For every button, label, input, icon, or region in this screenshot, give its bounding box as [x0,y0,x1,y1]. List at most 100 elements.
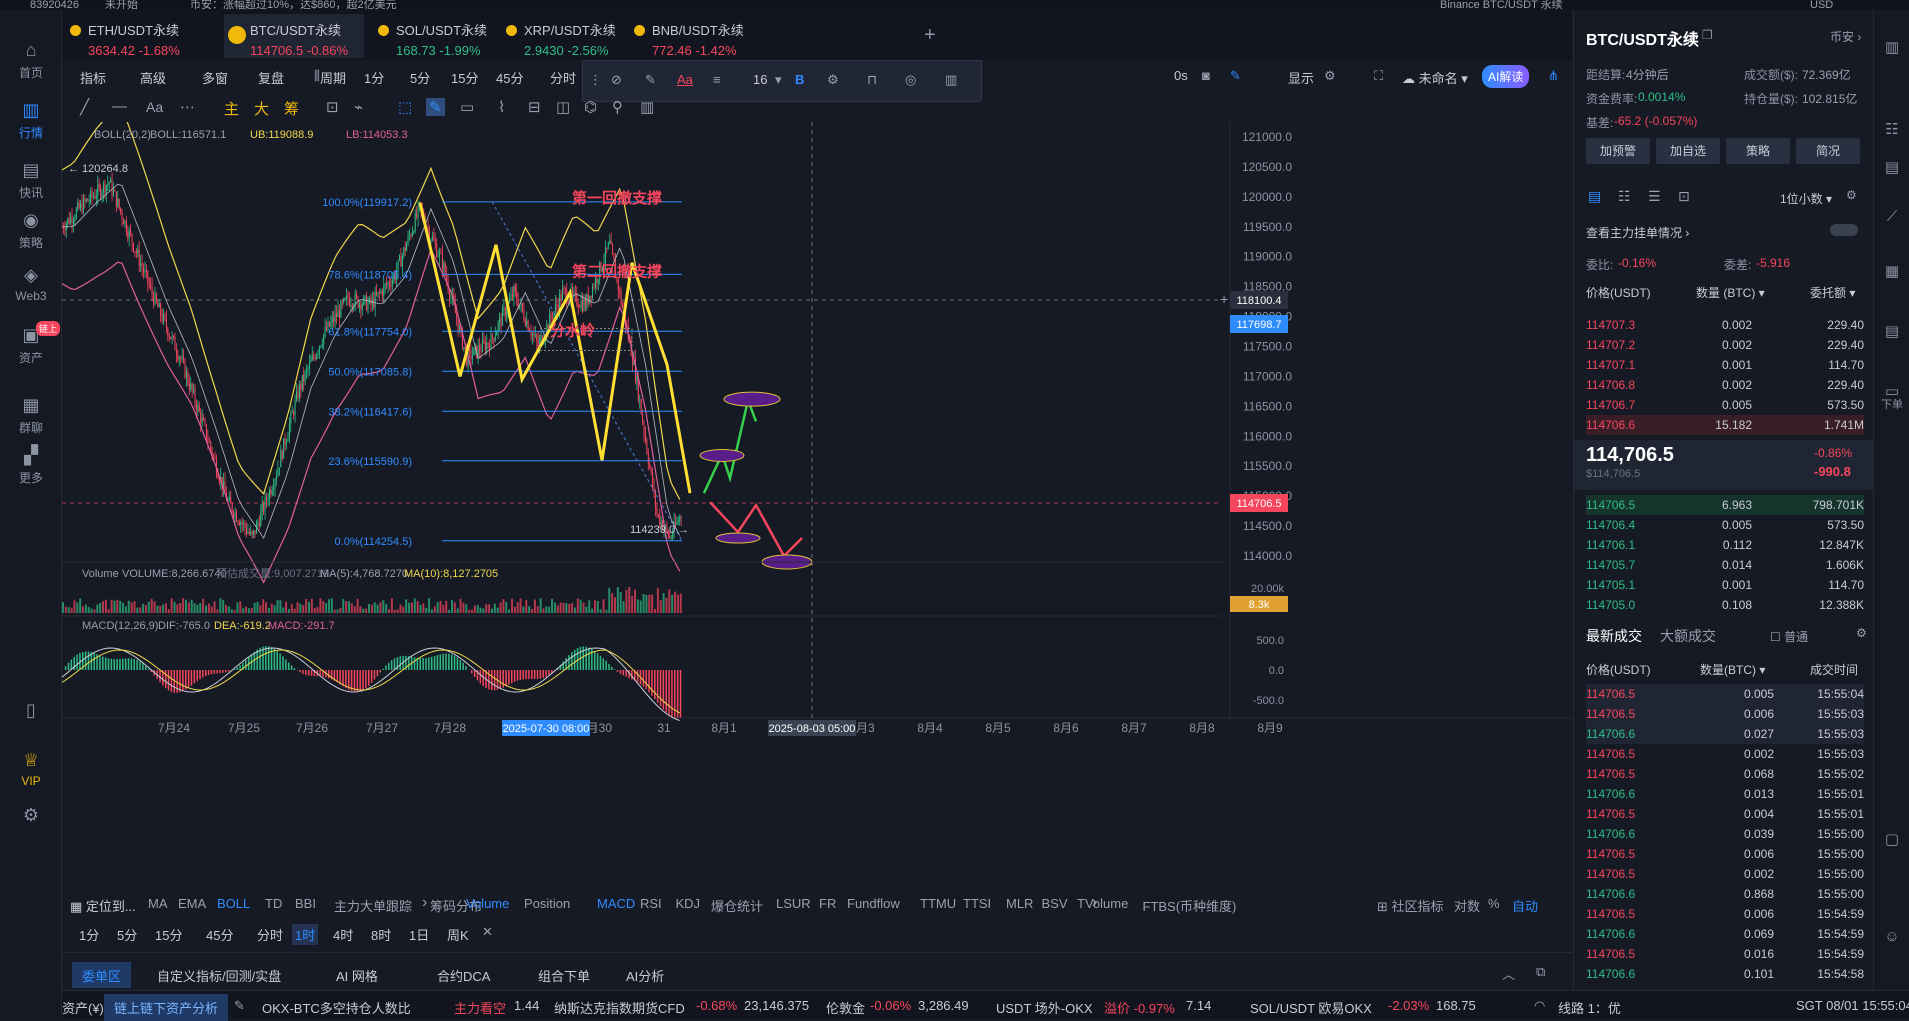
action-button-0[interactable]: 加预警 [1586,138,1650,164]
action-button-2[interactable]: 策略 [1726,138,1790,164]
nav-item-0[interactable]: ⌂首页 [0,40,62,81]
ai-interpret-button[interactable]: AI解读 [1482,65,1529,88]
gear-icon[interactable]: ⚙ [1324,68,1336,84]
layout-name-select[interactable]: ☁ 未命名 ▾ [1402,68,1468,87]
toolbar-item-0[interactable]: 指标 [80,68,106,87]
indicator-toggle-1[interactable]: 大 [254,98,269,119]
candle-type-icon[interactable]: ⫼ [314,68,320,84]
trades-settings-icon[interactable]: ⚙ [1856,626,1867,640]
fullscreen-icon[interactable]: ⛶ [1374,68,1383,84]
percent-scale-button[interactable]: % [1488,896,1500,911]
symbol-tab-4[interactable]: BNB/USDT永续772.46 -1.42% [626,14,756,58]
panel-tab-1[interactable]: 自定义指标/回测/实盘 [147,962,291,988]
sub-indicator-9[interactable]: TTMU [920,896,956,911]
link-icon[interactable]: ⊘ [611,72,622,88]
draw-tool-7[interactable]: ◫ [556,98,570,116]
main-indicator-2[interactable]: BOLL [217,896,250,911]
text-tool-icon[interactable]: Aa [146,99,163,115]
nav-bottom-0[interactable]: ▯ [0,700,62,724]
period-4[interactable]: 分时 [254,924,286,945]
main-orders-link[interactable]: 查看主力挂单情况 › [1586,224,1689,241]
period-5[interactable]: 1时 [292,924,318,945]
edit-icon[interactable]: ✎ [234,998,245,1014]
trade-tab-0[interactable]: 最新成交 [1586,626,1642,646]
nav-item-1[interactable]: ▥行情 [0,100,62,141]
bold-button[interactable]: B [795,72,804,87]
period-3[interactable]: 45分 [203,924,236,945]
sub-indicator-6[interactable]: LSUR [776,896,811,911]
toolbar-item-2[interactable]: 多窗 [202,68,228,87]
list-icon[interactable]: ☷ [1874,120,1909,138]
currency-select[interactable]: USD [1810,0,1833,10]
line-tool-icon[interactable]: ╱ [80,98,89,116]
nav-item-7[interactable]: ▞更多 [0,445,62,486]
nav-item-2[interactable]: ▤快讯 [0,160,62,201]
trade-col-qty[interactable]: 数量(BTC) ▾ [1700,661,1765,678]
chevron-down-icon[interactable]: ▾ [775,72,782,88]
hline-tool-icon[interactable]: — [112,98,127,115]
order-book-view-icon[interactable]: ▤ [1588,188,1601,205]
sub-indicator-5[interactable]: 爆仓统计 [711,896,763,915]
draw-tool-2[interactable]: ⬚ [398,98,412,116]
toolbar-item-6[interactable]: 5分 [410,68,430,87]
draw-tool-9[interactable]: ⚲ [612,98,623,116]
period-2[interactable]: 15分 [152,924,185,945]
toolbar-item-3[interactable]: 复盘 [258,68,284,87]
period-8[interactable]: 1日 [406,924,432,945]
draw-tool-0[interactable]: ⊡ [326,98,339,116]
nav-item-3[interactable]: ◉策略 [0,210,62,251]
main-indicator-1[interactable]: EMA [178,896,206,911]
indicator-toggle-0[interactable]: 主 [224,98,239,119]
copy-icon[interactable]: ▤ [1874,158,1909,176]
panel-tab-5[interactable]: AI分析 [616,962,674,988]
copy-icon[interactable]: ❐ [1702,28,1713,42]
draw-tool-8[interactable]: ⌬ [584,98,597,116]
main-indicator-4[interactable]: BBI [295,896,316,911]
main-orders-toggle[interactable] [1830,224,1858,236]
sub-indicator-11[interactable]: MLR [1006,896,1033,911]
panel-tab-0[interactable]: 委单区 [72,962,131,988]
nav-item-4[interactable]: ◈Web3 [0,265,62,303]
drag-handle-icon[interactable]: ⋮ [589,72,602,88]
draw-tool-3[interactable]: ✎ [426,98,445,116]
more-tool-icon[interactable]: ⋯ [180,98,195,116]
auto-scale-button[interactable]: 自动 [1512,896,1538,915]
sub-indicator-10[interactable]: TTSI [963,896,991,911]
macd-label[interactable]: MACD(12,26,9) [82,620,158,632]
symbol-tab-0[interactable]: ETH/USDT永续3634.42 -1.68% [62,14,222,58]
log-scale-button[interactable]: 对数 [1454,896,1480,915]
news-ticker[interactable]: 币安：涨幅超过10%，达$860，超2亿美元 [190,0,397,10]
edit-icon[interactable]: ✎ [645,72,656,88]
collapse-icon[interactable]: ︿ [1502,964,1515,983]
period-9[interactable]: 周K [444,924,472,945]
action-button-1[interactable]: 加自选 [1656,138,1720,164]
draw-tool-4[interactable]: ▭ [460,98,474,116]
sub-indicator-8[interactable]: Fundflow [847,896,900,911]
eye-icon[interactable]: ◎ [905,72,916,88]
community-indicator-button[interactable]: ⊞ 社区指标 [1377,896,1444,915]
layout-icon[interactable]: ▢ [1874,830,1909,848]
col-qty[interactable]: 数量 (BTC) ▾ [1696,284,1765,301]
main-indicator-0[interactable]: MA [148,896,168,911]
col-amount[interactable]: 委托额 ▾ [1810,284,1855,301]
ask-row[interactable]: 114707.10.001114.70 [1586,355,1864,375]
timer-text[interactable]: 0s [1174,68,1188,83]
ask-row[interactable]: 114706.80.002229.40 [1586,375,1864,395]
symbol-tab-1[interactable]: BTC/USDT永续114706.5 -0.86% [224,14,364,58]
ask-row[interactable]: 114706.70.005573.50 [1586,395,1864,415]
sub-indicator-1[interactable]: Position [524,896,570,911]
add-tab-button[interactable]: + [924,24,936,47]
bid-row[interactable]: 114705.70.0141.606K [1586,555,1864,575]
sub-indicator-7[interactable]: FR [819,896,836,911]
locate-button[interactable]: ▦ 定位到... [70,896,136,915]
nav-bottom-1[interactable]: ♕VIP [0,750,62,788]
ask-row[interactable]: 114706.615.1821.741M [1586,415,1864,435]
toolbar-item-9[interactable]: 分时 [550,68,576,87]
exchange-select[interactable]: 币安 › [1830,28,1861,45]
add-alert-icon[interactable]: + [1220,291,1228,307]
sub-indicator-13[interactable]: TVolume [1077,896,1128,911]
popout-icon[interactable]: ⧉ [1536,964,1545,980]
sub-indicator-14[interactable]: FTBS(币种维度) [1143,896,1237,915]
draw-tool-1[interactable]: ⌁ [354,98,363,116]
period-0[interactable]: 1分 [76,924,102,945]
